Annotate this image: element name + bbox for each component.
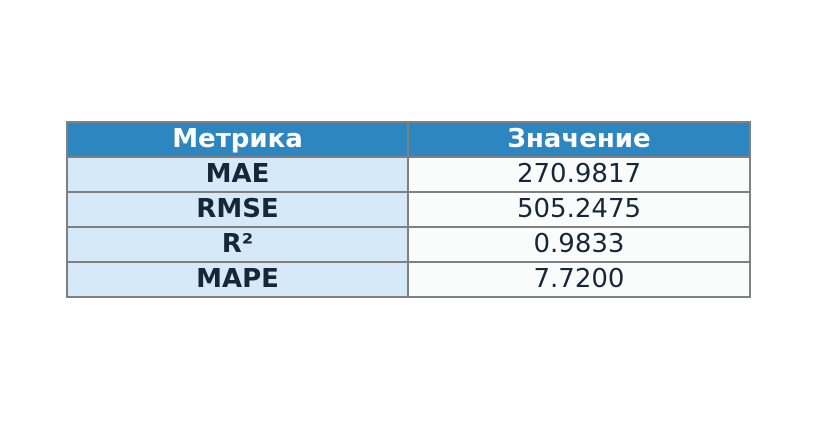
table-row: RMSE 505.2475 <box>66 191 751 228</box>
table-row: R² 0.9833 <box>66 226 751 263</box>
metric-name-rmse: RMSE <box>66 191 409 228</box>
header-metric: Метрика <box>66 121 409 158</box>
table-header-row: Метрика Значение <box>66 121 751 158</box>
metric-value-r2: 0.9833 <box>407 226 751 263</box>
metric-value-rmse: 505.2475 <box>407 191 751 228</box>
header-value: Значение <box>407 121 751 158</box>
metric-value-mape: 7.7200 <box>407 261 751 298</box>
metric-name-mape: MAPE <box>66 261 409 298</box>
table-row: MAE 270.9817 <box>66 156 751 193</box>
metric-name-r2: R² <box>66 226 409 263</box>
table-row: MAPE 7.7200 <box>66 261 751 298</box>
metrics-table: Метрика Значение MAE 270.9817 RMSE 505.2… <box>66 121 751 298</box>
metric-name-mae: MAE <box>66 156 409 193</box>
metric-value-mae: 270.9817 <box>407 156 751 193</box>
